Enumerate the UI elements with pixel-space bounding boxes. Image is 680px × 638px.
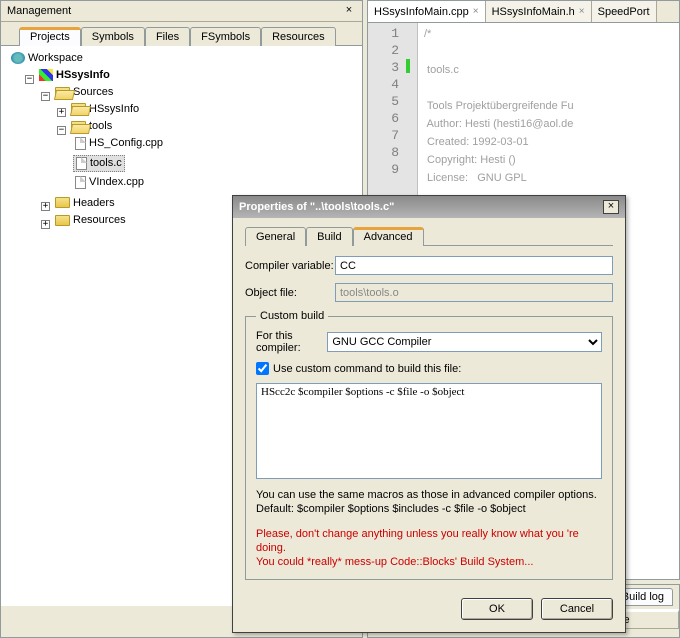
close-icon[interactable]: ×: [342, 4, 356, 18]
use-custom-label: Use custom command to build this file:: [273, 363, 461, 375]
tree-label: Sources: [73, 86, 113, 98]
file-icon: [76, 157, 87, 170]
editor-tab[interactable]: HSsysInfoMain.h ×: [486, 1, 592, 22]
expander-icon[interactable]: +: [41, 220, 50, 229]
use-custom-checkbox[interactable]: [256, 362, 269, 375]
tab-fsymbols[interactable]: FSymbols: [190, 27, 261, 46]
tree-folder-resources[interactable]: Resources: [53, 213, 128, 227]
for-compiler-label: For this compiler:: [256, 330, 327, 354]
tree-folder-tools[interactable]: tools: [69, 119, 114, 133]
close-icon[interactable]: ×: [473, 6, 479, 17]
project-icon: [39, 69, 53, 81]
tree-workspace[interactable]: Workspace: [9, 51, 85, 65]
tree-folder[interactable]: HSsysInfo: [69, 102, 141, 116]
folder-open-icon: [71, 103, 86, 114]
tree-file-selected[interactable]: tools.c: [73, 155, 125, 172]
object-file-label: Object file:: [245, 287, 335, 299]
management-tabs: Projects Symbols Files FSymbols Resource…: [1, 22, 362, 46]
tab-label: HSsysInfoMain.cpp: [374, 6, 469, 18]
management-title: Management: [7, 5, 342, 17]
folder-open-icon: [55, 87, 70, 98]
dialog-titlebar[interactable]: Properties of "..\tools\tools.c" ×: [233, 196, 625, 218]
compiler-select[interactable]: GNU GCC Compiler: [327, 332, 602, 352]
file-icon: [75, 176, 86, 189]
tab-label: Build log: [622, 591, 664, 603]
workspace-icon: [11, 52, 25, 64]
change-mark-icon: [406, 59, 410, 73]
tab-symbols[interactable]: Symbols: [81, 27, 145, 46]
cancel-button[interactable]: Cancel: [541, 598, 613, 620]
tab-build[interactable]: Build: [306, 227, 352, 246]
expander-icon[interactable]: +: [57, 108, 66, 117]
tree-label: VIndex.cpp: [89, 176, 144, 188]
tree-label: tools.c: [90, 157, 122, 169]
dialog-title: Properties of "..\tools\tools.c": [239, 201, 603, 213]
tab-label: HSsysInfoMain.h: [492, 6, 575, 18]
custom-build-group: Custom build For this compiler: GNU GCC …: [245, 310, 613, 580]
tab-resources[interactable]: Resources: [261, 27, 336, 46]
folder-icon: [55, 215, 70, 226]
tree-folder-sources[interactable]: Sources: [53, 85, 115, 99]
tree-label: HSsysInfo: [56, 69, 110, 81]
editor-tabs: HSsysInfoMain.cpp × HSsysInfoMain.h × Spee…: [368, 1, 679, 23]
tree-file[interactable]: VIndex.cpp: [73, 175, 146, 190]
tree-label: tools: [89, 120, 112, 132]
ok-button[interactable]: OK: [461, 598, 533, 620]
tab-general[interactable]: General: [245, 227, 306, 246]
dialog-tabs: General Build Advanced: [245, 226, 613, 246]
compiler-var-input[interactable]: [335, 256, 613, 275]
properties-dialog: Properties of "..\tools\tools.c" × Gener…: [232, 195, 626, 633]
expander-icon[interactable]: +: [41, 202, 50, 211]
tab-advanced[interactable]: Advanced: [353, 227, 424, 246]
expander-icon[interactable]: −: [57, 126, 66, 135]
folder-open-icon: [71, 121, 86, 132]
tree-label: Workspace: [28, 52, 83, 64]
close-icon[interactable]: ×: [579, 6, 585, 17]
tab-label: SpeedPort: [598, 6, 650, 18]
tab-files[interactable]: Files: [145, 27, 190, 46]
tree-project[interactable]: HSsysInfo: [37, 68, 112, 82]
tree-label: Headers: [73, 197, 115, 209]
tree-label: Resources: [73, 214, 126, 226]
expander-icon[interactable]: −: [41, 92, 50, 101]
tree-label: HS_Config.cpp: [89, 137, 163, 149]
editor-tab[interactable]: SpeedPort: [592, 1, 657, 22]
folder-icon: [55, 197, 70, 208]
tree-file[interactable]: HS_Config.cpp: [73, 136, 165, 151]
compiler-var-label: Compiler variable:: [245, 260, 335, 272]
tab-projects[interactable]: Projects: [19, 27, 81, 46]
management-titlebar: Management ×: [1, 1, 362, 22]
close-icon[interactable]: ×: [603, 200, 619, 214]
editor-tab[interactable]: HSsysInfoMain.cpp ×: [368, 1, 486, 22]
custom-build-legend: Custom build: [256, 310, 328, 322]
object-file-input: [335, 283, 613, 302]
expander-icon[interactable]: −: [25, 75, 34, 84]
custom-command-textarea[interactable]: HScc2c $compiler $options -c $file -o $o…: [256, 383, 602, 479]
warning-text: Please, don't change anything unless you…: [256, 527, 602, 570]
hint-text: You can use the same macros as those in …: [256, 488, 602, 517]
tree-folder-headers[interactable]: Headers: [53, 196, 117, 210]
tree-label: HSsysInfo: [89, 103, 139, 115]
file-icon: [75, 137, 86, 150]
